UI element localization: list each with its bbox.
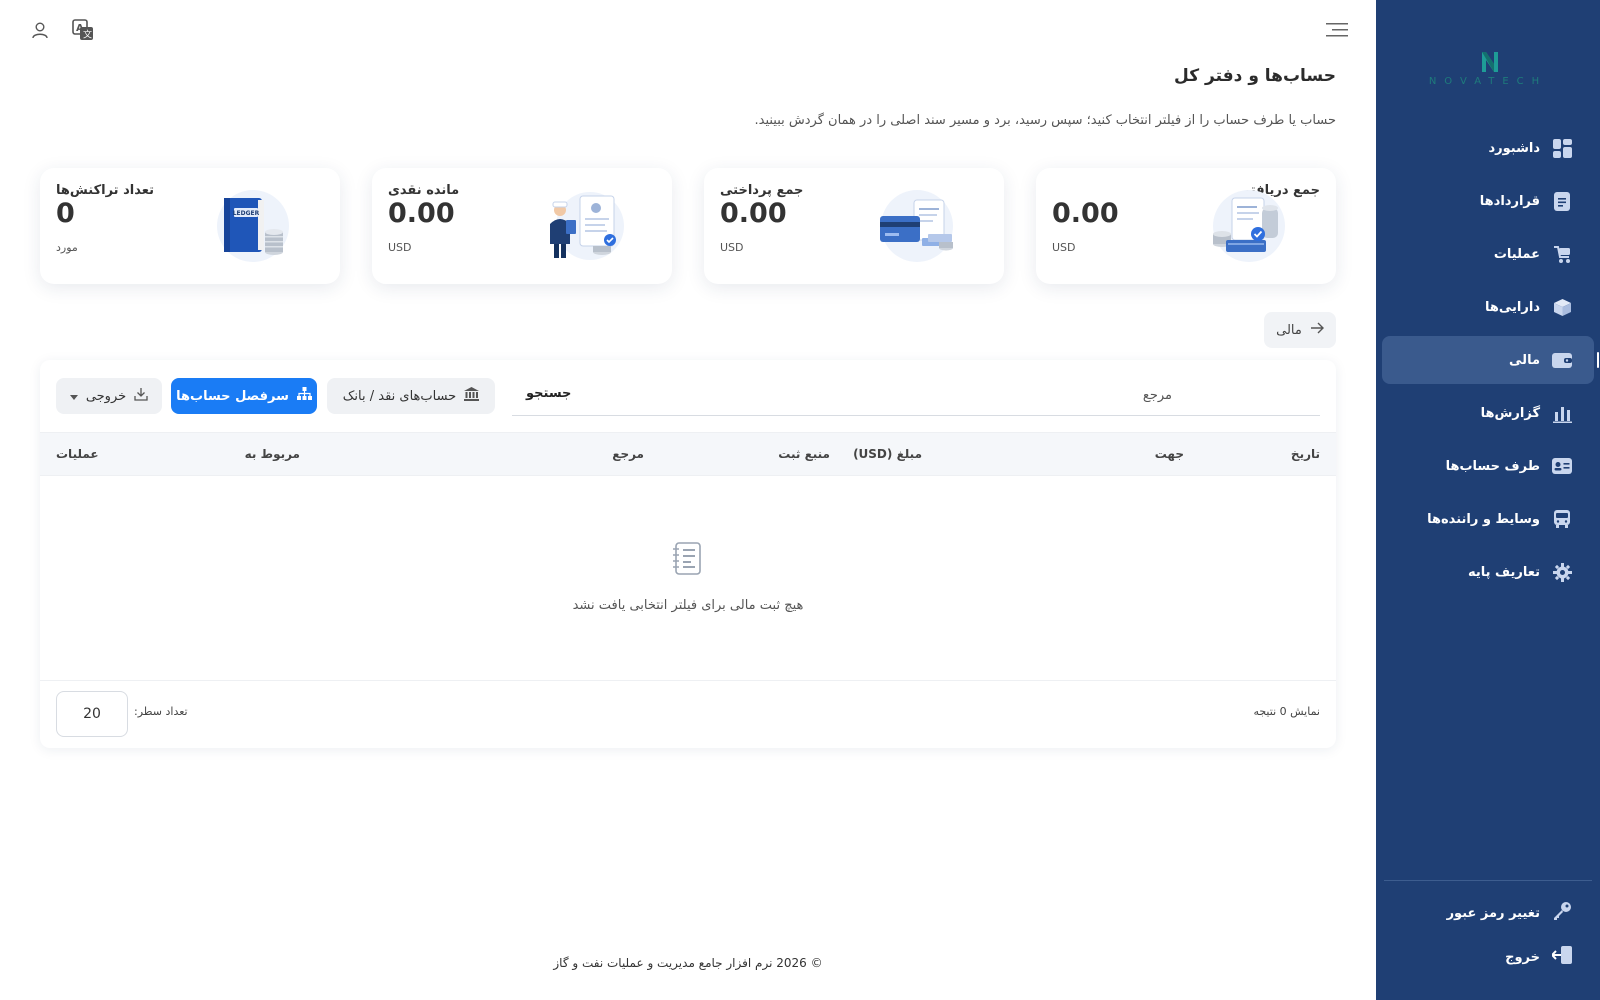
card-unit: مورد	[56, 241, 78, 254]
cash-bank-accounts-label: حساب‌های نقد / بانک	[342, 388, 457, 404]
sidebar-item-counterparties[interactable]: طرف حساب‌ها	[1382, 442, 1594, 490]
sidebar-item-label: داشبورد	[1488, 140, 1540, 156]
card-title: مانده نقدی	[388, 183, 460, 198]
cube-icon	[1552, 297, 1572, 317]
cash-bank-accounts-button[interactable]: حساب‌های نقد / بانک	[327, 378, 495, 414]
download-icon	[134, 387, 148, 405]
sidebar-item-reports[interactable]: گزارش‌ها	[1382, 389, 1594, 437]
sidebar-item-assets[interactable]: دارایی‌ها	[1382, 283, 1594, 331]
column-direction: جهت	[1154, 447, 1184, 461]
contract-icon	[1552, 191, 1572, 211]
sidebar-item-label: قراردادها	[1479, 193, 1540, 209]
active-indicator	[1597, 352, 1599, 368]
column-actions: عملیات	[56, 447, 99, 461]
sidebar-item-label: طرف حساب‌ها	[1445, 458, 1540, 474]
search-tab[interactable]: جستجو	[526, 386, 571, 401]
payment-illustration-icon	[880, 190, 953, 262]
rows-per-page-input[interactable]: 20	[56, 691, 128, 737]
user-icon[interactable]	[28, 18, 52, 42]
empty-state-message: هیچ ثبت مالی برای فیلتر انتخابی یافت نشد	[572, 598, 804, 613]
caret-down-icon	[69, 389, 78, 404]
column-reference: مرجع	[612, 447, 644, 461]
dashboard-icon	[1552, 138, 1572, 158]
translate-icon[interactable]: A文	[70, 18, 96, 42]
column-amount: مبلغ (USD)	[853, 447, 922, 461]
rows-per-page-label: تعداد سطر:	[134, 705, 188, 718]
menu-icon[interactable]	[1324, 18, 1350, 42]
card-value: 0.00	[388, 198, 455, 229]
id-card-icon	[1552, 456, 1572, 476]
search-bar: جستجو	[512, 376, 1320, 416]
logout-label: خروج	[1505, 949, 1540, 965]
card-title: جمع پرداختی	[720, 183, 804, 198]
card-transaction-count: تعداد تراکنش‌ها 0 مورد LEDGER	[40, 168, 340, 284]
change-password-label: تغییر رمز عبور	[1446, 905, 1540, 921]
card-total-received: جمع دریافتی 0.00 USD	[1036, 168, 1336, 284]
key-icon	[1552, 901, 1572, 925]
sidebar-item-contracts[interactable]: قراردادها	[1382, 177, 1594, 225]
ledger-label: LEDGER	[233, 210, 260, 217]
sidebar-item-finance[interactable]: مالی	[1382, 336, 1599, 384]
chart-of-accounts-label: سرفصل حساب‌ها	[176, 388, 289, 404]
card-unit: USD	[388, 241, 412, 254]
bank-icon	[464, 387, 480, 405]
sidebar-item-label: عملیات	[1493, 246, 1540, 262]
column-source: منبع ثبت	[778, 447, 830, 461]
change-password-button[interactable]: تغییر رمز عبور	[1382, 896, 1594, 930]
arrow-right-icon	[1310, 322, 1324, 338]
reference-search-input[interactable]	[800, 376, 1320, 415]
sidebar-item-label: دارایی‌ها	[1485, 299, 1540, 315]
card-unit: USD	[1052, 241, 1076, 254]
svg-text:文: 文	[83, 29, 92, 41]
ledger-panel: خروجی سرفصل حساب‌ها حساب‌های نقد / بانک …	[40, 360, 1336, 748]
breadcrumb-label: مالی	[1276, 322, 1302, 338]
column-related-to: مربوط به	[244, 447, 300, 461]
brand-logo[interactable]: NOVATECH	[1420, 42, 1556, 98]
empty-list-icon	[673, 542, 701, 575]
breadcrumb[interactable]: مالی	[1264, 312, 1336, 348]
card-cash-balance: مانده نقدی 0.00 USD	[372, 168, 672, 284]
logo-icon	[1482, 52, 1498, 72]
sidebar-item-label: گزارش‌ها	[1480, 405, 1540, 421]
column-date: تاریخ	[1290, 447, 1320, 461]
sidebar-item-label: تعاریف پایه	[1467, 564, 1540, 580]
page-title: حساب‌ها و دفتر کل	[1174, 66, 1336, 86]
wallet-icon	[1552, 350, 1572, 370]
export-label: خروجی	[85, 388, 127, 404]
sidebar-item-label: وسایط و راننده‌ها	[1427, 511, 1540, 527]
gear-icon	[1552, 562, 1572, 582]
chart-of-accounts-button[interactable]: سرفصل حساب‌ها	[171, 378, 317, 414]
logo-text: NOVATECH	[1428, 76, 1548, 87]
results-count: نمایش 0 نتیجه	[1253, 705, 1320, 718]
page-subtitle: حساب یا طرف حساب را از فیلتر انتخاب کنید…	[754, 113, 1336, 128]
sidebar-item-base-definitions[interactable]: تعاریف پایه	[1382, 548, 1594, 596]
sidebar-item-dashboard[interactable]: داشبورد	[1382, 124, 1594, 172]
card-title: تعداد تراکنش‌ها	[56, 183, 154, 198]
accountant-illustration-icon	[550, 192, 624, 260]
operations-icon	[1552, 244, 1572, 264]
sidebar-nav: داشبورد قراردادها عملیات دارایی‌ها ما	[1382, 124, 1599, 601]
sidebar-divider	[1384, 880, 1592, 881]
card-value: 0	[56, 198, 75, 229]
footer-copyright: © 2026 نرم افزار جامع مدیریت و عملیات نف…	[553, 956, 823, 970]
ledger-book-illustration-icon: LEDGER	[217, 190, 289, 262]
card-value: 0.00	[1052, 198, 1119, 229]
table-header: تاریخ جهت مبلغ (USD) منبع ثبت مرجع مربوط…	[40, 432, 1336, 476]
sidebar-item-operations[interactable]: عملیات	[1382, 230, 1594, 278]
export-button[interactable]: خروجی	[56, 378, 162, 414]
logout-button[interactable]: خروج	[1382, 940, 1594, 974]
bus-icon	[1552, 509, 1572, 529]
hierarchy-icon	[296, 387, 312, 405]
sidebar-item-label: مالی	[1509, 352, 1540, 368]
logout-icon	[1551, 946, 1572, 968]
receipt-illustration-icon	[1213, 190, 1285, 262]
card-value: 0.00	[720, 198, 787, 229]
bar-chart-icon	[1552, 403, 1572, 423]
card-unit: USD	[720, 241, 744, 254]
table-footer-divider	[40, 680, 1336, 681]
card-total-paid: جمع پرداختی 0.00 USD	[704, 168, 1004, 284]
sidebar-item-vehicles[interactable]: وسایط و راننده‌ها	[1382, 495, 1594, 543]
sidebar: NOVATECH داشبورد قراردادها عملیات دارایی…	[1376, 0, 1600, 1000]
